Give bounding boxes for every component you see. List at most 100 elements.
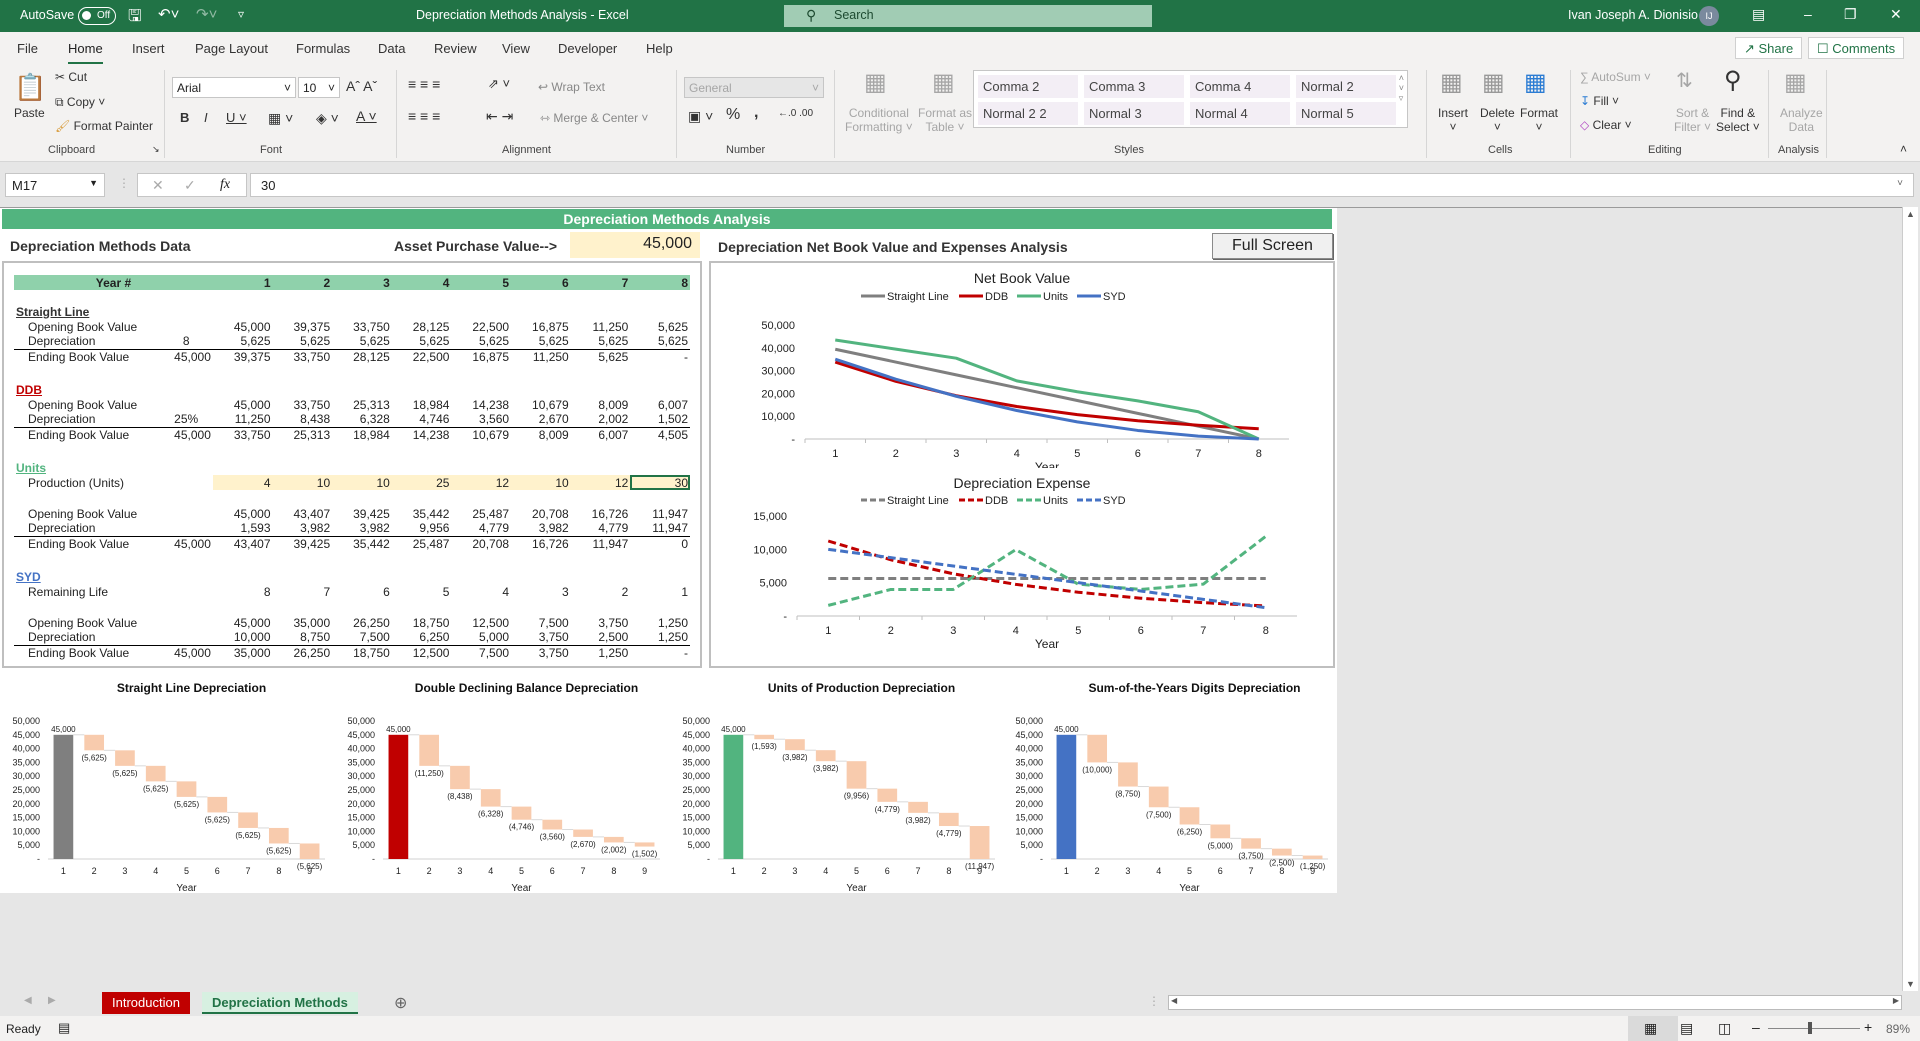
scroll-left-icon[interactable]: ◀	[1171, 996, 1177, 1005]
production-input[interactable]: 12	[451, 475, 512, 490]
enter-icon[interactable]: ✓	[184, 177, 196, 194]
name-box[interactable]: M17 ▼	[5, 173, 105, 197]
format-cells-icon[interactable]: ▦	[1524, 68, 1547, 97]
autosave-toggle[interactable]: Off	[78, 7, 116, 25]
net-book-value-chart[interactable]: Net Book Value Straight Line DDB Units SYD - 1…	[711, 263, 1333, 468]
style-normal-2[interactable]: Normal 2	[1296, 75, 1396, 98]
increase-font-icon[interactable]: Aˆ Aˇ	[346, 78, 377, 94]
minimize-icon[interactable]: –	[1804, 6, 1812, 22]
paste-icon[interactable]: 📋	[14, 72, 46, 103]
production-input[interactable]: 10	[511, 475, 571, 490]
insert-cells-icon[interactable]: ▦	[1440, 68, 1463, 97]
comma-style-icon[interactable]: ,	[754, 104, 758, 122]
autosum-button[interactable]: ∑ AutoSum ˅	[1580, 70, 1651, 84]
ribbon-display-icon[interactable]: ▤	[1752, 6, 1765, 23]
depreciation-expense-chart[interactable]: Depreciation Expense Straight Line DDB Unit…	[711, 468, 1333, 668]
decimal-icon[interactable]: ←.0 .00	[778, 108, 813, 119]
currency-icon[interactable]: ▣ ˅	[688, 108, 713, 125]
next-sheet-icon[interactable]: ▶	[48, 995, 56, 1006]
conditional-formatting-button[interactable]: Conditional Formatting ˅	[845, 106, 913, 134]
scroll-down-icon[interactable]: ▼	[1906, 979, 1915, 989]
share-button[interactable]: ↗ Share	[1735, 37, 1803, 59]
tab-view[interactable]: View	[502, 41, 530, 56]
production-input[interactable]: 10	[332, 475, 392, 490]
redo-icon[interactable]: ↷˅	[196, 5, 217, 23]
insert-button[interactable]: Insert ˅	[1438, 106, 1468, 134]
tab-data[interactable]: Data	[378, 41, 405, 56]
production-input[interactable]: 30	[630, 475, 690, 490]
search-box[interactable]: ⚲ Search	[784, 5, 1152, 27]
style-normal-4[interactable]: Normal 4	[1190, 102, 1290, 125]
delete-cells-icon[interactable]: ▦	[1482, 68, 1505, 97]
style-normal-2-2[interactable]: Normal 2 2	[978, 102, 1078, 125]
horizontal-scrollbar[interactable]: ◀ ▶	[1168, 995, 1902, 1010]
collapse-ribbon-icon[interactable]: ˄	[1900, 142, 1907, 156]
font-family-select[interactable]: Arial ˅	[172, 77, 296, 98]
zoom-slider-thumb[interactable]	[1808, 1022, 1812, 1034]
prev-sheet-icon[interactable]: ◀	[24, 995, 32, 1006]
cut-button[interactable]: ✂ Cut	[55, 70, 87, 84]
analyze-data-icon[interactable]: ▦	[1784, 68, 1807, 97]
analyze-data-button[interactable]: Analyze Data	[1780, 106, 1823, 134]
percent-icon[interactable]: %	[726, 106, 740, 124]
borders-icon[interactable]: ▦ ˅	[268, 110, 293, 127]
wrap-text-button[interactable]: ↩ Wrap Text	[538, 80, 605, 94]
asset-value-input[interactable]: 45,000	[570, 232, 700, 258]
underline-button[interactable]: U ˅	[226, 110, 247, 125]
page-break-view-icon[interactable]: ◫	[1718, 1020, 1731, 1037]
style-comma-3[interactable]: Comma 3	[1084, 75, 1184, 98]
orientation-icon[interactable]: ⇗ ˅	[488, 76, 510, 92]
zoom-level[interactable]: 89%	[1886, 1022, 1910, 1036]
scroll-right-icon[interactable]: ▶	[1893, 996, 1899, 1005]
units-waterfall-chart[interactable]: Units of Production Depreciation - 5,000 10…	[670, 668, 1005, 893]
undo-icon[interactable]: ↶˅	[158, 5, 179, 23]
tab-developer[interactable]: Developer	[558, 41, 617, 56]
formula-input[interactable]: 30 ˅	[250, 173, 1914, 197]
format-button[interactable]: Format ˅	[1520, 106, 1558, 134]
format-painter-button[interactable]: 🖌 Format Painter	[55, 119, 153, 133]
sort-filter-icon[interactable]: ⇅	[1676, 68, 1693, 93]
tab-splitter[interactable]: ⋮	[1148, 994, 1160, 1008]
tab-file[interactable]: File	[17, 41, 38, 56]
full-screen-button[interactable]: Full Screen	[1212, 233, 1333, 259]
close-icon[interactable]: ✕	[1890, 6, 1902, 23]
tab-page-layout[interactable]: Page Layout	[195, 41, 268, 56]
format-as-table-icon[interactable]: ▦	[932, 68, 955, 97]
customize-toolbar-icon[interactable]: ▿	[238, 7, 244, 21]
find-icon[interactable]: ⚲	[1724, 66, 1742, 95]
align-left-icon[interactable]: ≡ ≡ ≡	[408, 108, 440, 124]
sort-filter-button[interactable]: Sort & Filter ˅	[1674, 106, 1711, 134]
tab-home[interactable]: Home	[68, 41, 103, 65]
zoom-in-icon[interactable]: +	[1864, 1019, 1872, 1035]
vertical-scrollbar[interactable]: ▲ ▼	[1902, 207, 1918, 991]
font-color-icon[interactable]: A ˅	[356, 108, 377, 124]
italic-button[interactable]: I	[204, 110, 208, 125]
normal-view-button[interactable]: ▦	[1628, 1016, 1678, 1041]
tab-insert[interactable]: Insert	[132, 41, 165, 56]
style-normal-5[interactable]: Normal 5	[1296, 102, 1396, 125]
fill-color-icon[interactable]: ◈ ˅	[316, 110, 339, 127]
bold-button[interactable]: B	[180, 110, 189, 125]
delete-button[interactable]: Delete ˅	[1480, 106, 1515, 134]
find-select-button[interactable]: Find & Select ˅	[1716, 106, 1760, 134]
tab-help[interactable]: Help	[646, 41, 673, 56]
straight-line-waterfall-chart[interactable]: Straight Line Depreciation-5,00010,00015…	[0, 668, 335, 893]
sheet-tab-depreciation-methods[interactable]: Depreciation Methods	[202, 992, 358, 1014]
paste-button[interactable]: Paste	[14, 106, 45, 120]
copy-button[interactable]: ⧉ Copy ˅	[55, 95, 105, 110]
production-input[interactable]: 4	[212, 475, 273, 490]
style-comma-2[interactable]: Comma 2	[978, 75, 1078, 98]
tab-review[interactable]: Review	[434, 41, 477, 56]
align-top-icon[interactable]: ≡ ≡ ≡	[408, 76, 440, 92]
production-input[interactable]: 10	[272, 475, 333, 490]
indent-icon[interactable]: ⇤ ⇥	[486, 108, 513, 125]
style-comma-4[interactable]: Comma 4	[1190, 75, 1290, 98]
page-layout-view-icon[interactable]: ▤	[1680, 1020, 1693, 1037]
clipboard-launcher-icon[interactable]: ↘	[152, 144, 160, 155]
sheet-tab-introduction[interactable]: Introduction	[102, 992, 190, 1014]
insert-function-icon[interactable]: fx	[220, 177, 230, 193]
format-as-table-button[interactable]: Format as Table ˅	[918, 106, 972, 134]
font-size-select[interactable]: 10 ˅	[298, 77, 340, 98]
gallery-scroll-icon[interactable]: ˄ ˅ ▿	[1399, 73, 1404, 104]
production-input[interactable]: 12	[570, 475, 631, 490]
